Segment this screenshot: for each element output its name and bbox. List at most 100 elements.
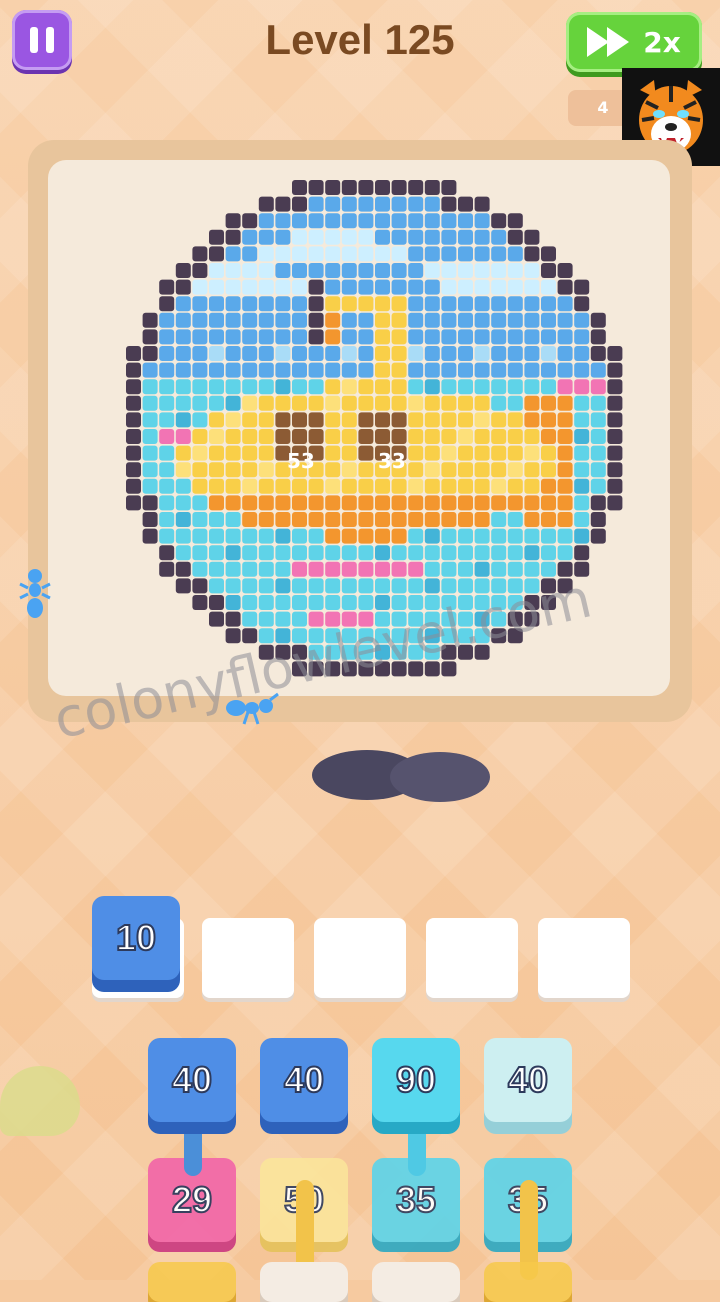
queue-block[interactable]: [484, 1262, 572, 1302]
pixel-cell: [175, 329, 191, 345]
queue-block[interactable]: [148, 1262, 236, 1302]
pixel-cell: [192, 462, 208, 478]
pixel-cell: [557, 379, 573, 395]
pixel-cell: [126, 445, 141, 461]
pixel-cell: [275, 611, 291, 627]
queue-block[interactable]: 40: [260, 1038, 348, 1122]
slot[interactable]: [538, 918, 630, 998]
pixel-cell: [557, 263, 573, 278]
pixel-cell: [590, 329, 606, 345]
pixel-cell: [225, 512, 241, 527]
slot[interactable]: [426, 918, 518, 998]
pixel-cell: [225, 611, 241, 627]
decor-plant: [0, 1066, 80, 1136]
pixel-cell: [375, 346, 390, 361]
queue-block[interactable]: [372, 1262, 460, 1302]
pixel-cell: [358, 561, 374, 577]
pixel-cell: [341, 595, 357, 610]
pixel-cell: [557, 312, 573, 328]
queue-block[interactable]: [260, 1262, 348, 1302]
pixel-cell: [574, 545, 590, 561]
pixel-cell: [524, 462, 540, 478]
pixel-cell: [159, 495, 175, 511]
pixel-cell: [408, 561, 424, 577]
pixel-cell: [458, 412, 473, 428]
pixel-cell: [308, 412, 324, 428]
pixel-cell: [391, 346, 407, 361]
pixel-cell: [574, 462, 590, 478]
pixel-cell: [391, 279, 407, 295]
pixel-cell: [242, 296, 258, 312]
pixel-cell: [242, 595, 258, 610]
pixel-cell: [308, 312, 324, 328]
pixel-cell: [258, 346, 274, 361]
pixel-cell: [474, 196, 490, 212]
pixel-cell: [607, 478, 623, 494]
pixel-cell: [474, 429, 490, 444]
pixel-cell: [325, 495, 341, 511]
pixel-cell: [557, 445, 573, 461]
pixel-cell: [225, 329, 241, 345]
pixel-cell: [292, 196, 307, 212]
pixel-cell: [541, 478, 556, 494]
pixel-cell: [341, 478, 357, 494]
pixel-cell: [341, 312, 357, 328]
pixel-cell: [441, 296, 457, 312]
pixel-cell: [341, 296, 357, 312]
pixel-cell: [507, 512, 523, 527]
queue-block[interactable]: 90: [372, 1038, 460, 1122]
pixel-cell: [474, 263, 490, 278]
pixel-cell: [474, 329, 490, 345]
pixel-cell: [375, 528, 390, 544]
pixel-cell: [441, 661, 457, 677]
pixel-cell: [441, 412, 457, 428]
pixel-cell: [341, 462, 357, 478]
pixel-cell: [308, 561, 324, 577]
pixel-cell: [358, 545, 374, 561]
pixel-cell: [590, 495, 606, 511]
pixel-cell: [225, 478, 241, 494]
pixel-cell: [192, 595, 208, 610]
pixel-cell: [142, 312, 158, 328]
pixel-cell: [126, 429, 141, 444]
speed-button[interactable]: 2x: [566, 12, 702, 72]
pixel-cell: [574, 312, 590, 328]
slot-block[interactable]: 10: [92, 896, 180, 980]
pixel-cell: [458, 495, 473, 511]
pixel-cell: [507, 445, 523, 461]
pixel-cell: [275, 412, 291, 428]
pixel-cell: [325, 279, 341, 295]
pixel-cell: [557, 395, 573, 411]
pixel-cell: [375, 279, 390, 295]
pixel-cell: [458, 578, 473, 594]
pixel-cell: [225, 528, 241, 544]
pixel-cell: [507, 462, 523, 478]
pixel-cell: [358, 362, 374, 378]
pixel-cell: [507, 379, 523, 395]
pixel-cell: [391, 578, 407, 594]
slot[interactable]: [314, 918, 406, 998]
pixel-cell: [292, 495, 307, 511]
queue-block[interactable]: 40: [148, 1038, 236, 1122]
pixel-cell: [607, 412, 623, 428]
pixel-cell: [491, 462, 507, 478]
pixel-cell: [192, 429, 208, 444]
pixel-cell: [424, 545, 440, 561]
pixel-cell: [142, 478, 158, 494]
pixel-cell: [541, 346, 556, 361]
pixel-cell: [441, 445, 457, 461]
pixel-cell: [541, 412, 556, 428]
pixel-cell: [524, 445, 540, 461]
slot[interactable]: [202, 918, 294, 998]
pixel-cell: [557, 478, 573, 494]
pixel-cell: [441, 263, 457, 278]
pixel-cell: [308, 478, 324, 494]
pixel-cell: [175, 312, 191, 328]
pixel-cell: [126, 495, 141, 511]
pixel-cell: [292, 246, 307, 262]
pixel-cell: [491, 279, 507, 295]
queue-block[interactable]: 40: [484, 1038, 572, 1122]
pixel-cell: [192, 478, 208, 494]
pixel-cell: [341, 329, 357, 345]
pixel-cell: [574, 346, 590, 361]
